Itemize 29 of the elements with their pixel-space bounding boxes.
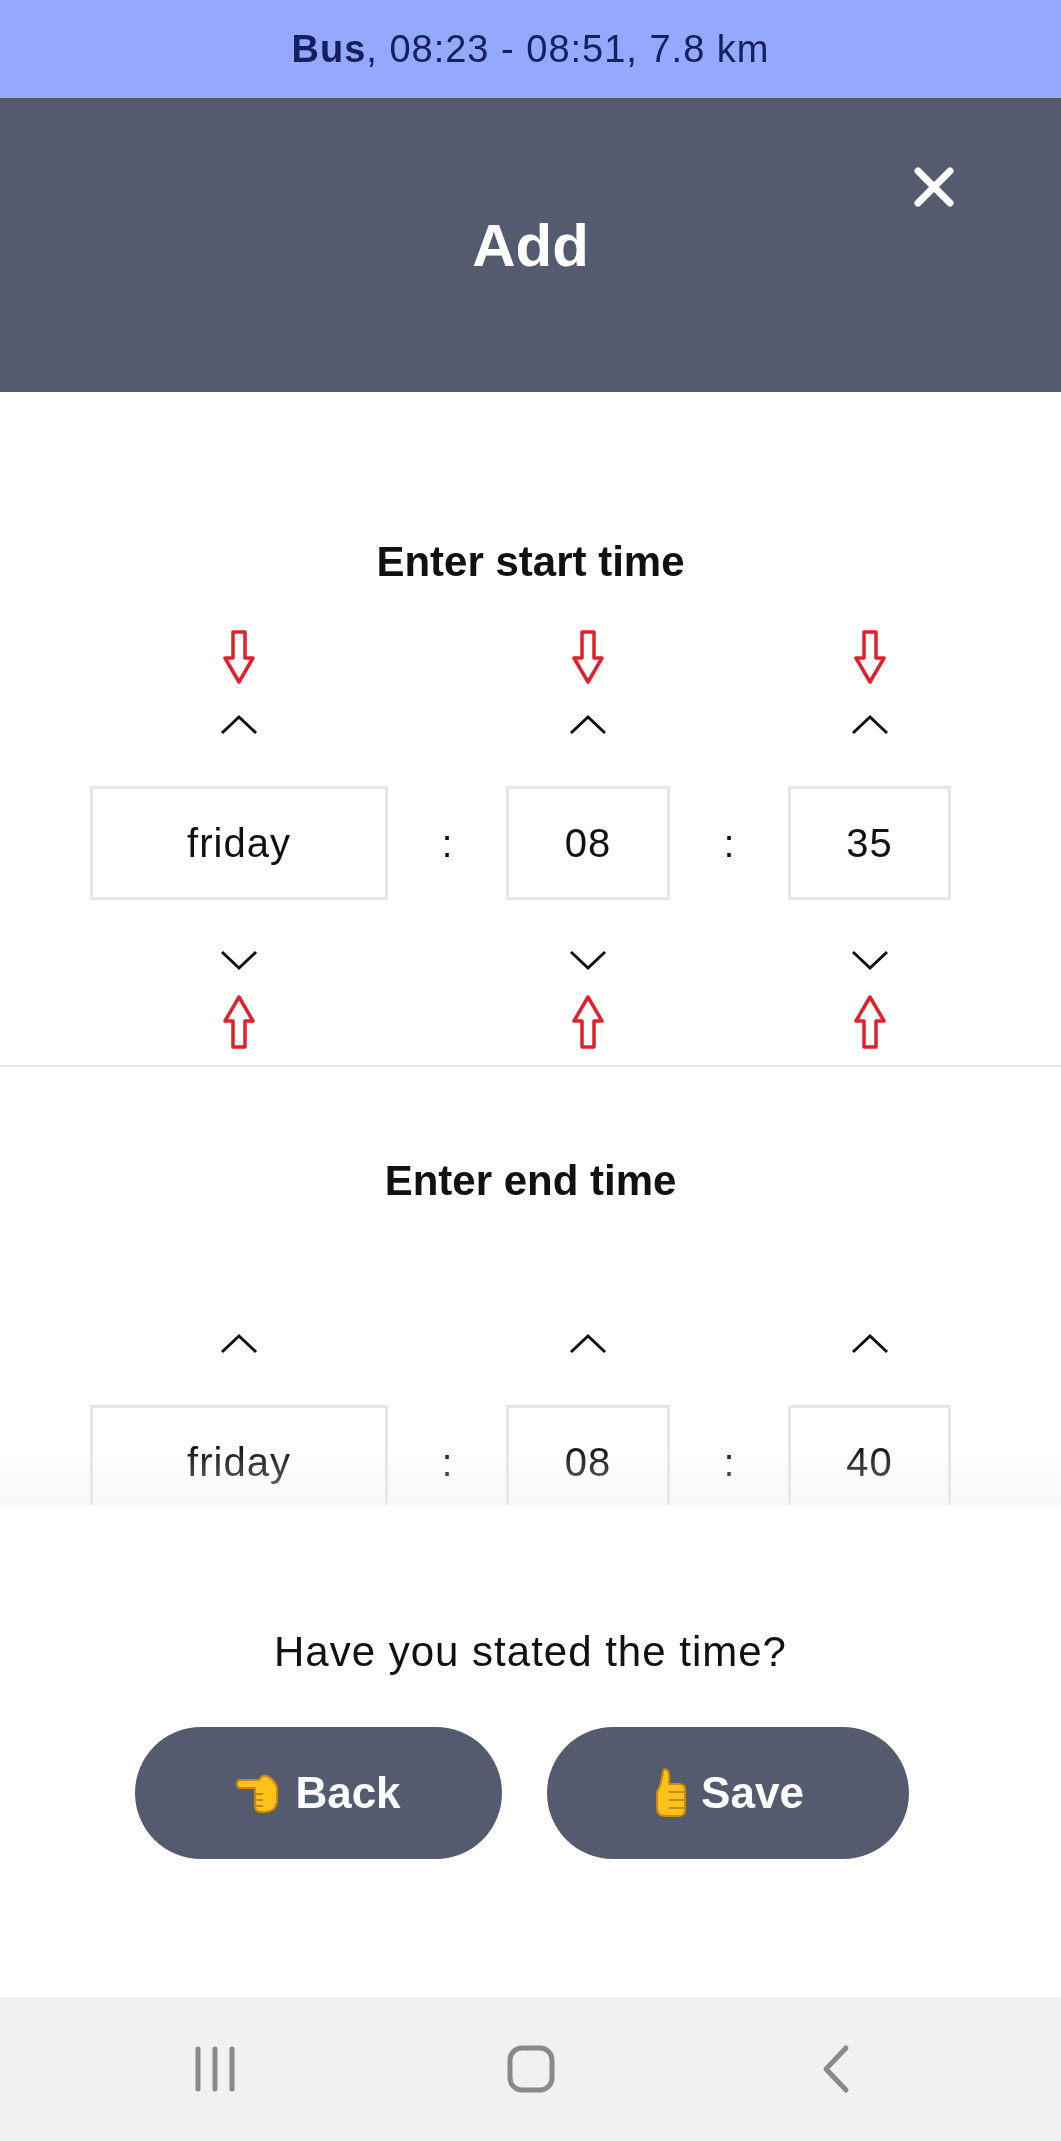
chevron-up-button[interactable] — [568, 1333, 608, 1355]
chevron-up-button[interactable] — [849, 714, 890, 736]
dialog-title: Add — [472, 210, 589, 280]
minute-field[interactable]: 40 — [788, 1405, 951, 1505]
chevron-up-button[interactable] — [849, 1333, 890, 1355]
section-heading: Enter start time — [375, 537, 686, 587]
chevron-up-button[interactable] — [219, 1333, 259, 1355]
save-button[interactable]: Save — [546, 1727, 909, 1859]
time-separator: : — [441, 1443, 453, 1483]
hour-field[interactable]: 08 — [506, 1405, 670, 1505]
chevron-down-button[interactable] — [568, 949, 608, 971]
chevron-down-button[interactable] — [219, 949, 259, 971]
chevron-up-button[interactable] — [219, 714, 259, 736]
home-button[interactable] — [505, 2044, 556, 2094]
section-heading: Enter end time — [383, 1156, 678, 1206]
time-separator: : — [441, 824, 453, 864]
day-field[interactable]: friday — [90, 786, 388, 900]
close-button[interactable] — [912, 165, 956, 209]
confirm-question: Have you stated the time? — [274, 1627, 787, 1677]
time-separator: : — [723, 1443, 735, 1483]
back-button[interactable]: Back — [134, 1727, 502, 1859]
time-separator: : — [723, 824, 735, 864]
back-nav-button[interactable] — [821, 2044, 851, 2094]
chevron-down-button[interactable] — [849, 949, 890, 971]
trip-summary: Bus, 08:23 - 08:51, 7.8 km — [291, 27, 770, 71]
hour-field[interactable]: 08 — [506, 786, 670, 900]
chevron-up-button[interactable] — [568, 714, 608, 736]
minute-field[interactable]: 35 — [788, 786, 951, 900]
day-field[interactable]: friday — [90, 1405, 388, 1505]
